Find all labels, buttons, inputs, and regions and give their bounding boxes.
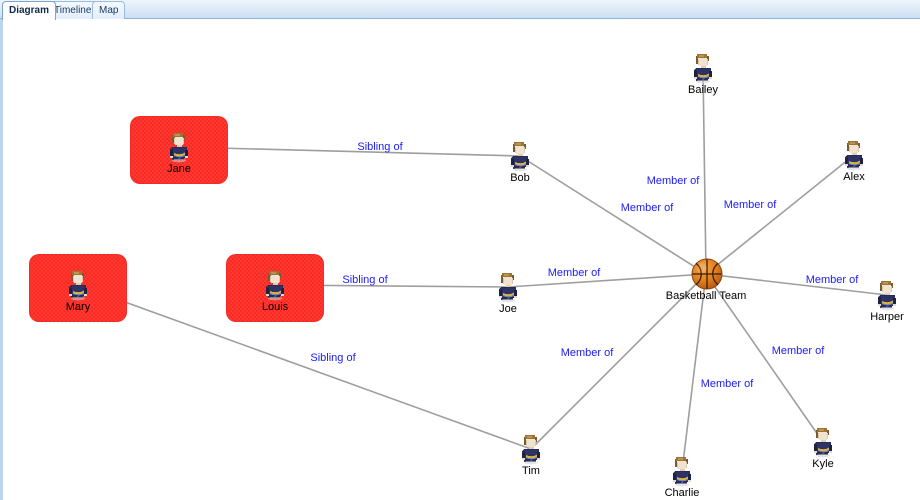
edge-label-mary-tim[interactable]: Sibling of — [310, 352, 355, 364]
node-label: Joe — [499, 303, 517, 315]
edge-label-bailey-team[interactable]: Member of — [647, 175, 700, 187]
diagram-application-window: Diagram Timeline Map Jane Mary Louis Bob… — [0, 0, 920, 500]
person-icon — [872, 279, 902, 311]
node-label: Charlie — [664, 487, 700, 499]
tab-map[interactable]: Map — [92, 1, 126, 19]
person-icon — [516, 433, 546, 465]
person-icon — [808, 426, 838, 458]
person-icon — [493, 271, 523, 303]
graph-node-louis[interactable]: Louis — [227, 269, 323, 314]
node-label: Harper — [870, 311, 904, 323]
edge-bailey-team[interactable] — [702, 67, 707, 275]
graph-node-alex[interactable]: Alex — [806, 139, 902, 184]
edge-label-charlie-team[interactable]: Member of — [701, 378, 754, 390]
graph-node-kyle[interactable]: Kyle — [775, 426, 871, 471]
person-icon — [667, 455, 697, 487]
node-label: Louis — [261, 301, 289, 313]
graph-canvas[interactable]: Jane Mary Louis Bob Joe Bailey Alex Harp… — [0, 19, 920, 500]
node-label: Bailey — [688, 84, 718, 96]
person-icon — [839, 139, 869, 171]
graph-node-jane[interactable]: Jane — [131, 131, 227, 176]
person-icon — [688, 52, 718, 84]
graph-node-bailey[interactable]: Bailey — [655, 52, 751, 97]
graph-node-bob[interactable]: Bob — [472, 140, 568, 185]
basketball-icon — [691, 258, 723, 290]
edge-label-harper-team[interactable]: Member of — [806, 274, 859, 286]
node-label: Mary — [65, 301, 91, 313]
person-icon — [505, 140, 535, 172]
edge-label-tim-team[interactable]: Member of — [561, 347, 614, 359]
edge-label-jane-bob[interactable]: Sibling of — [357, 141, 402, 153]
node-label: Alex — [843, 171, 865, 183]
edge-label-louis-joe[interactable]: Sibling of — [342, 274, 387, 286]
person-icon — [63, 269, 93, 301]
edge-label-bob-team[interactable]: Member of — [621, 202, 674, 214]
node-label: Bob — [510, 172, 530, 184]
graph-node-charlie[interactable]: Charlie — [634, 455, 730, 500]
graph-node-mary[interactable]: Mary — [30, 269, 126, 314]
edge-jane-bob[interactable] — [178, 146, 521, 157]
edge-label-kyle-team[interactable]: Member of — [772, 345, 825, 357]
graph-node-team[interactable]: Basketball Team — [658, 258, 754, 303]
edge-label-alex-team[interactable]: Member of — [724, 199, 777, 211]
graph-node-joe[interactable]: Joe — [460, 271, 556, 316]
node-label: Jane — [167, 163, 191, 175]
node-label: Kyle — [812, 458, 834, 470]
node-label: Basketball Team — [665, 290, 747, 302]
graph-node-tim[interactable]: Tim — [483, 433, 579, 478]
node-label: Tim — [522, 465, 540, 477]
tab-diagram[interactable]: Diagram — [2, 1, 57, 20]
person-icon — [164, 131, 194, 163]
edge-charlie-team[interactable] — [681, 273, 707, 472]
tab-bar: Diagram Timeline Map — [0, 0, 920, 20]
person-icon — [260, 269, 290, 301]
edge-label-joe-team[interactable]: Member of — [548, 267, 601, 279]
